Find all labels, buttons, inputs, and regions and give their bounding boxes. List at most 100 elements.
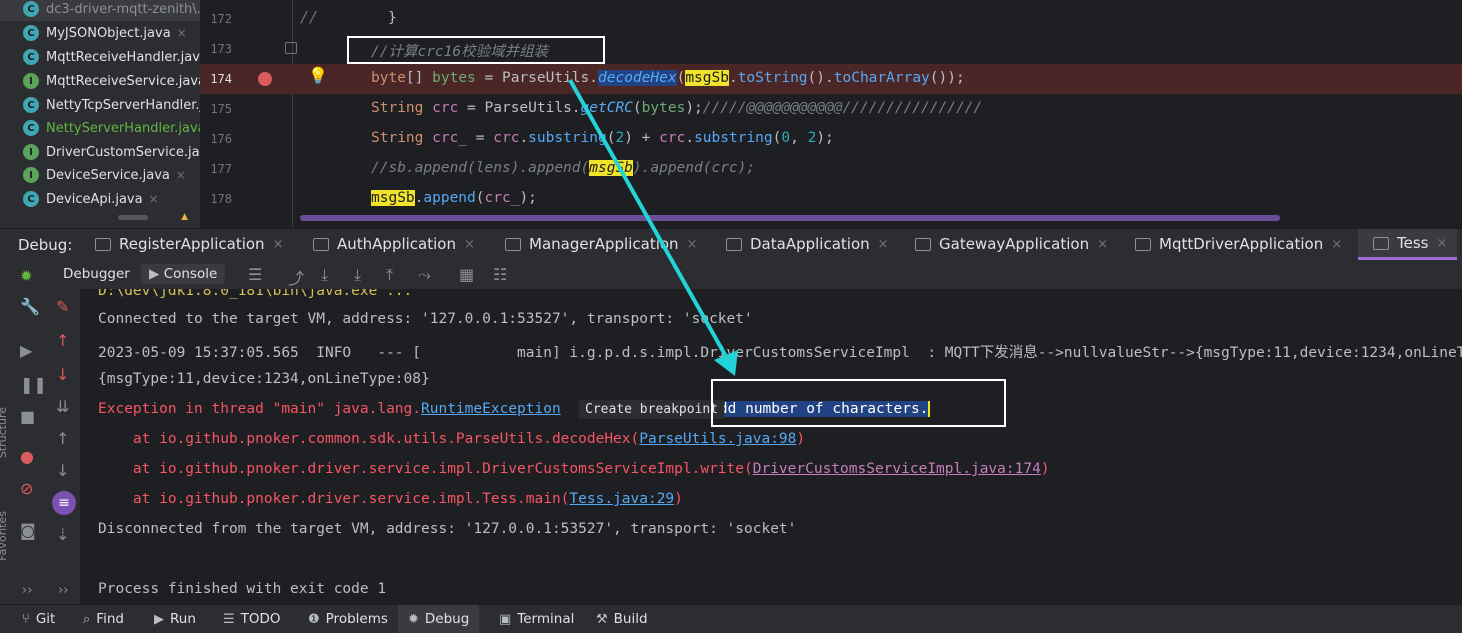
run-config-icon — [1373, 236, 1389, 250]
code-line[interactable]: 176 String crc_ = crc.substring(2) + crc… — [200, 124, 1462, 154]
stop-icon[interactable]: ■ — [20, 407, 35, 426]
camera-icon[interactable]: ◙ — [20, 521, 36, 540]
breakpoint-icon[interactable] — [258, 72, 272, 86]
file-item[interactable]: C DeviceApi.java × — [0, 187, 200, 211]
tab-register-application[interactable]: RegisterApplication × — [95, 229, 283, 259]
close-icon[interactable]: × — [878, 237, 889, 252]
run-button[interactable]: ▶ Run — [154, 605, 196, 633]
up-arrow-icon[interactable]: ↑ — [56, 331, 69, 350]
close-icon[interactable]: × — [273, 237, 284, 252]
file-item[interactable]: I DriverCustomService.java — [0, 140, 200, 164]
lightbulb-icon[interactable]: 💡 — [308, 66, 328, 85]
tab-tess[interactable]: Tess × — [1358, 229, 1458, 260]
tab-data-application[interactable]: DataApplication × — [726, 229, 889, 259]
trace-icon[interactable]: ☷ — [493, 265, 507, 284]
more-icon[interactable]: ›› — [22, 583, 32, 598]
open-files-panel: C dc3-driver-mqtt-zenith\... C MyJSONObj… — [0, 0, 200, 220]
code-line[interactable]: 172 } — [200, 4, 1462, 34]
code-line[interactable]: 175 String crc = ParseUtils.getCRC(bytes… — [200, 94, 1462, 124]
stack-trace-line: at io.github.pnoker.common.sdk.utils.Par… — [98, 431, 806, 447]
button-label: TODO — [240, 611, 281, 627]
menu-icon[interactable]: ☰ — [248, 265, 262, 284]
scroll-down-icon[interactable]: ↓ — [56, 461, 69, 480]
stack-trace-link[interactable]: DriverCustomsServiceImpl.java:174 — [753, 461, 1041, 477]
stack-trace-link[interactable]: ParseUtils.java:98 — [639, 431, 796, 447]
tab-console[interactable]: ▶ Console — [141, 264, 226, 284]
exception-link[interactable]: RuntimeException — [421, 401, 561, 417]
debug-button[interactable]: ✹ Debug — [398, 605, 480, 633]
tab-mqtt-driver-application[interactable]: MqttDriverApplication × — [1135, 229, 1342, 259]
build-button[interactable]: ⚒ Build — [596, 605, 648, 633]
evaluate-icon[interactable]: ▦ — [459, 265, 474, 284]
close-icon[interactable]: × — [1097, 237, 1108, 252]
tab-debugger[interactable]: Debugger — [63, 266, 130, 282]
mute-breakpoints-icon[interactable]: ⊘ — [20, 479, 33, 498]
file-item[interactable]: C MqttReceiveHandler.java — [0, 45, 200, 69]
code-line[interactable]: 178 msgSb.append(crc_); — [200, 184, 1462, 214]
step-out-icon[interactable]: ⤒ — [386, 265, 393, 285]
scroll-to-end-icon[interactable]: ⇣ — [56, 525, 69, 544]
tab-gateway-application[interactable]: GatewayApplication × — [915, 229, 1108, 259]
console-line: Connected to the target VM, address: '12… — [98, 311, 753, 327]
run-config-icon — [505, 237, 521, 251]
file-item[interactable]: I MqttReceiveService.java × — [0, 69, 200, 93]
editor-horizontal-scrollbar[interactable] — [300, 215, 1280, 221]
debug-side-toolbar: 🔧 ✎ ↑ ▶ ↓ ❚❚ ⇊ ■ ↑ ● ↓ ⊘ ≡ ◙ ⇣ ›› ›› Str… — [0, 289, 80, 604]
horizontal-scrollbar[interactable] — [118, 215, 148, 220]
file-item[interactable]: C dc3-driver-mqtt-zenith\... — [0, 0, 200, 21]
interface-icon: I — [23, 144, 39, 160]
step-into-icon[interactable]: ⤓ — [354, 265, 361, 285]
down-arrow-icon[interactable]: ↓ — [56, 365, 69, 384]
close-icon[interactable]: × — [149, 192, 159, 206]
fold-icon[interactable] — [285, 42, 297, 54]
close-icon[interactable]: × — [176, 168, 186, 182]
file-item[interactable]: C NettyTcpServerHandler.ja — [0, 93, 200, 117]
show-execution-point-icon[interactable]: ⤴ — [288, 265, 304, 289]
structure-side-label[interactable]: Structure — [0, 407, 9, 458]
search-icon: ⌕ — [83, 611, 91, 627]
console-line: 2023-05-09 15:37:05.565 INFO --- [ main]… — [98, 345, 1462, 361]
favorites-side-label[interactable]: Favorites — [0, 511, 9, 561]
file-name: DeviceService.java — [46, 167, 170, 183]
soft-wrap-icon[interactable]: ≡ — [52, 491, 76, 515]
console-output[interactable]: D:\dev\jdk1.8.0_181\bin\java.exe ... Con… — [80, 289, 1462, 604]
close-icon[interactable]: × — [177, 26, 187, 40]
terminal-icon: ▣ — [499, 611, 512, 627]
run-to-cursor-icon[interactable]: ⤳ — [418, 265, 431, 285]
find-button[interactable]: ⌕ Find — [83, 605, 124, 633]
code-text: byte[] bytes = ParseUtils.decodeHex(msgS… — [371, 70, 965, 86]
file-item[interactable]: C MyJSONObject.java × — [0, 21, 200, 45]
terminal-button[interactable]: ▣ Terminal — [499, 605, 574, 633]
code-editor[interactable]: // 172 } 173 //计算crc16校验域并组装 174 byte[] … — [200, 0, 1462, 228]
clear-icon[interactable]: ✎ — [56, 297, 69, 316]
close-icon[interactable]: × — [1331, 237, 1342, 252]
problems-button[interactable]: ❶ Problems — [308, 605, 388, 633]
more-icon[interactable]: ›› — [58, 583, 68, 598]
resume-icon[interactable]: ▶ — [20, 341, 32, 360]
code-line[interactable]: 177 //sb.append(lens).append(msgSb).appe… — [200, 154, 1462, 184]
hammer-icon: ⚒ — [596, 611, 608, 627]
button-label: Build — [613, 611, 648, 627]
scroll-up-icon[interactable]: ↑ — [56, 429, 69, 448]
close-icon[interactable]: × — [464, 237, 475, 252]
tab-auth-application[interactable]: AuthApplication × — [313, 229, 475, 259]
todo-button[interactable]: ☰ TODO — [223, 605, 281, 633]
breakpoints-icon[interactable]: ● — [20, 447, 34, 466]
list-icon: ☰ — [223, 611, 235, 627]
tab-manager-application[interactable]: ManagerApplication × — [505, 229, 697, 259]
stack-trace-link[interactable]: Tess.java:29 — [569, 491, 674, 507]
git-button[interactable]: ⑂ Git — [22, 605, 55, 633]
step-over-icon[interactable]: ⤓ — [321, 265, 328, 285]
sort-icon[interactable]: ⇊ — [56, 397, 69, 416]
pause-icon[interactable]: ❚❚ — [20, 375, 47, 394]
file-item[interactable]: I DeviceService.java × — [0, 163, 200, 187]
class-icon: C — [23, 25, 39, 41]
create-breakpoint-tooltip[interactable]: Create breakpoint — [579, 400, 725, 419]
tab-label: MqttDriverApplication — [1159, 235, 1324, 253]
close-icon[interactable]: × — [1436, 236, 1447, 251]
wrench-icon[interactable]: 🔧 — [20, 297, 40, 316]
file-item[interactable]: C NettyServerHandler.java — [0, 116, 200, 140]
breakpoint-line[interactable]: 174 byte[] bytes = ParseUtils.decodeHex(… — [200, 64, 1462, 94]
close-icon[interactable]: × — [687, 237, 698, 252]
stack-trace-line: at io.github.pnoker.driver.service.impl.… — [98, 461, 1050, 477]
